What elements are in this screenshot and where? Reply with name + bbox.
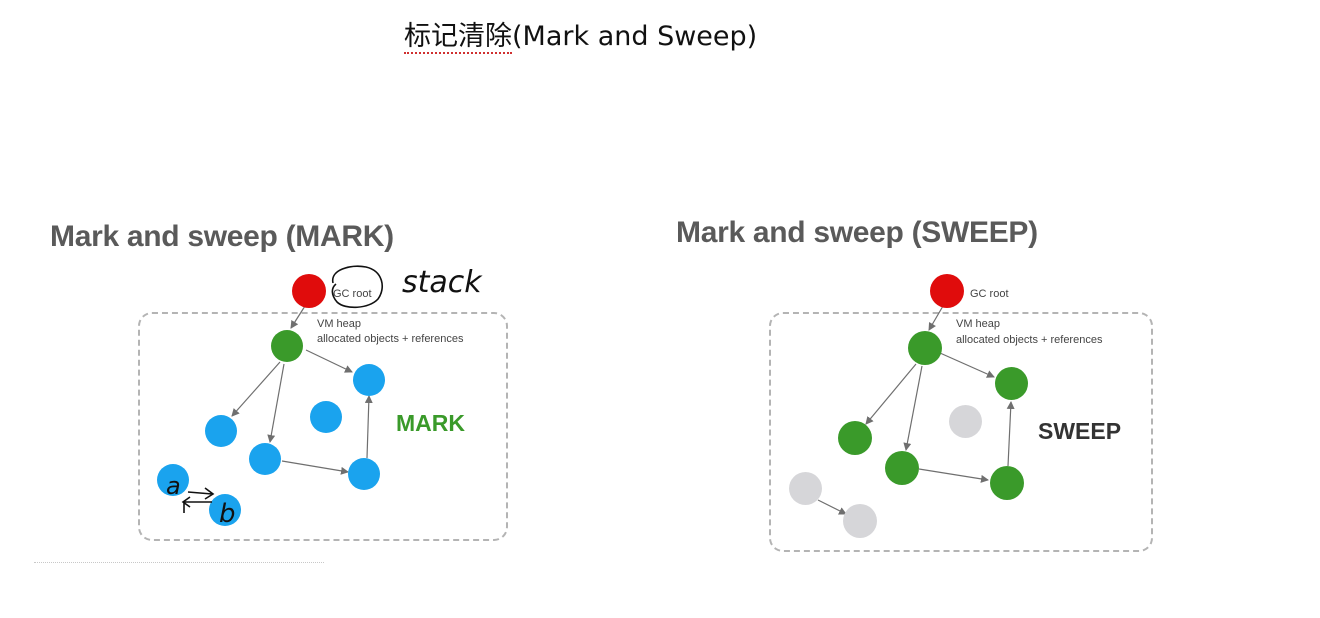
sweep-node-swept	[843, 504, 877, 538]
sweep-edges	[817, 305, 1015, 515]
sweep-heap-label-line1: VM heap	[956, 318, 1001, 330]
sweep-edge-a-to-b	[939, 352, 995, 378]
sweep-heap-label-line2: allocated objects + references	[956, 334, 1103, 346]
sweep-phase-label: SWEEP	[1038, 418, 1122, 444]
sweep-edge-a-to-c	[865, 363, 917, 425]
sweep-node-swept	[949, 405, 982, 438]
sweep-edge-e-to-b	[1006, 401, 1015, 467]
sweep-edge-d-to-e	[918, 468, 989, 483]
source-footnote-line	[34, 562, 324, 566]
sweep-node-swept	[789, 472, 822, 505]
sweep-gc-root-label: GC root	[970, 288, 1009, 300]
sweep-node-reachable	[885, 451, 919, 485]
sweep-edge-a-to-d	[903, 365, 923, 451]
sweep-edge-root-to-a	[928, 305, 944, 331]
sweep-node-reachable	[908, 331, 942, 365]
sweep-node-reachable	[838, 421, 872, 455]
sweep-edge-f-to-g	[817, 499, 847, 515]
sweep-node-reachable	[995, 367, 1028, 400]
sweep-gc-root-node	[930, 274, 964, 308]
sweep-node-reachable	[990, 466, 1024, 500]
